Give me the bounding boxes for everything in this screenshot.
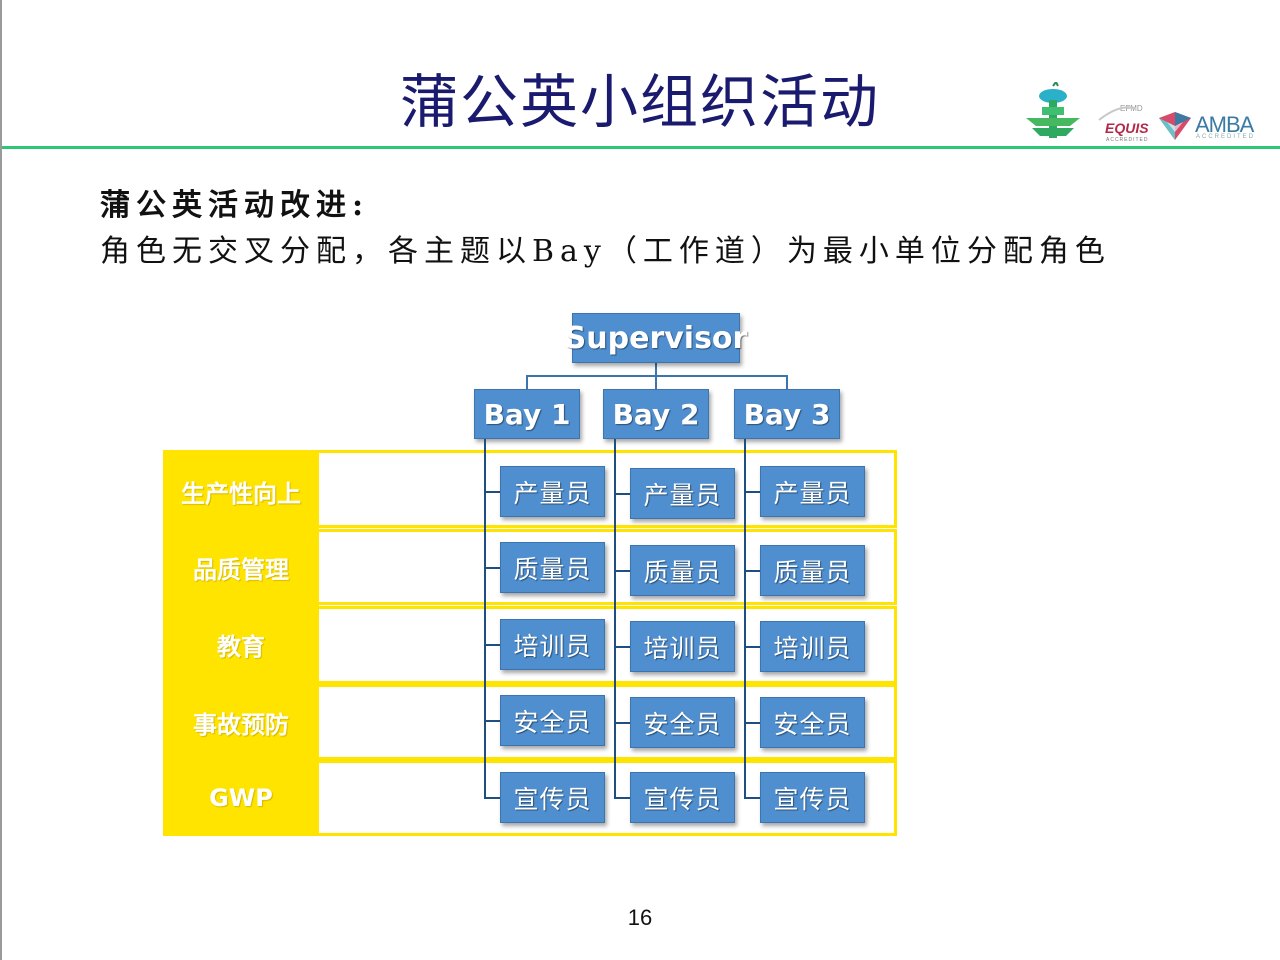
bay-connector-bar	[526, 375, 788, 377]
bay-1-connector	[526, 375, 528, 389]
bay-2-role-safety: 安全员	[630, 697, 735, 748]
slide-title: 蒲公英小组织活动	[399, 68, 880, 136]
bay-1-box: Bay 1	[474, 389, 580, 439]
category-gwp: GWP	[209, 784, 273, 812]
equis-accredited-text: ACCREDITED	[1106, 137, 1149, 143]
bay-2-connector	[655, 375, 657, 389]
category-quality: 品质管理	[193, 556, 289, 584]
bay-2-tick	[614, 493, 630, 495]
bay-2-tick	[614, 722, 630, 724]
amba-diamond-icon	[1159, 112, 1191, 140]
bay-3-box: Bay 3	[734, 389, 840, 439]
subtitle-line-1: 蒲公英活动改进:	[100, 188, 370, 223]
bay-3-tick	[744, 646, 760, 648]
supervisor-box: Supervisor	[565, 313, 747, 363]
bay-2-tick	[614, 570, 630, 572]
bay-3-tick	[744, 491, 760, 493]
bay-3-role-safety: 安全员	[760, 697, 865, 748]
bay-3-tick	[744, 570, 760, 572]
bay-3-role-quality: 质量员	[760, 545, 865, 596]
bay-2-tick	[614, 797, 630, 799]
bay-1-role-output: 产量员	[500, 466, 605, 517]
category-accident-prevention: 事故预防	[193, 711, 289, 739]
bay-1-role-safety: 安全员	[500, 695, 605, 746]
slide-left-edge	[0, 0, 2, 960]
bay-1-tick	[484, 720, 500, 722]
bay-1-tick	[484, 797, 500, 799]
category-productivity: 生产性向上	[181, 480, 301, 508]
bay-2-role-publicity: 宣传员	[630, 772, 735, 823]
amba-accredited-text: ACCREDITED	[1196, 134, 1256, 140]
bay-2-role-quality: 质量员	[630, 545, 735, 596]
category-education: 教育	[217, 633, 265, 661]
title-divider	[2, 146, 1280, 149]
bay-3-trunk	[744, 439, 746, 799]
bay-1-tick	[484, 491, 500, 493]
bay-1-tick	[484, 567, 500, 569]
bay-3-role-output: 产量员	[760, 466, 865, 517]
bay-1-role-trainer: 培训员	[500, 619, 605, 670]
bay-2-role-trainer: 培训员	[630, 621, 735, 672]
bay-3-role-trainer: 培训员	[760, 621, 865, 672]
page-number: 16	[627, 905, 653, 930]
subtitle-line-2: 角色无交叉分配，各主题以Bay（工作道）为最小单位分配角色	[100, 234, 1111, 269]
bay-1-role-quality: 质量员	[500, 542, 605, 593]
bay-3-tick	[744, 722, 760, 724]
equis-logo-text: EQUIS	[1105, 120, 1149, 136]
bay-3-role-publicity: 宣传员	[760, 772, 865, 823]
emblem-logo-icon	[1026, 82, 1080, 138]
bay-2-tick	[614, 646, 630, 648]
bay-1-tick	[484, 644, 500, 646]
bay-1-role-publicity: 宣传员	[500, 772, 605, 823]
bay-1-trunk	[484, 439, 486, 799]
bay-2-box: Bay 2	[603, 389, 709, 439]
bay-3-tick	[744, 797, 760, 799]
bay-3-connector	[786, 375, 788, 389]
bay-2-role-output: 产量员	[630, 468, 735, 519]
